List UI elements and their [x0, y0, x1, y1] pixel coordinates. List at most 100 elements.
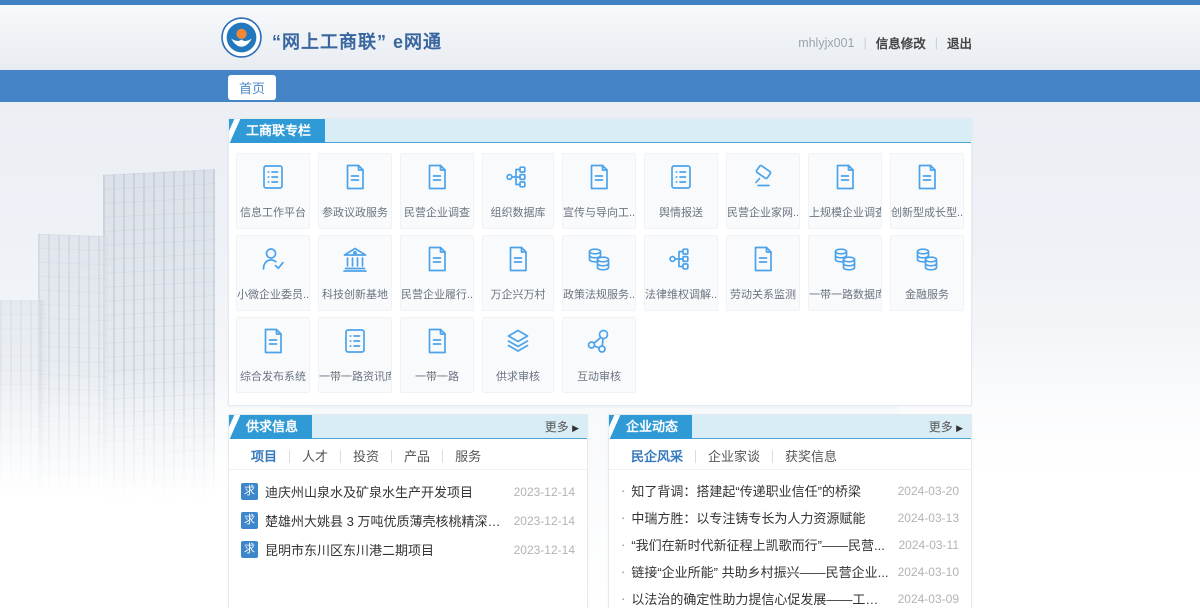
person-check-icon [258, 244, 288, 279]
special-tile[interactable]: 创新型成长型... [890, 153, 964, 229]
list-icon [666, 162, 696, 197]
document-icon [258, 326, 288, 361]
special-tile[interactable]: 供求审核 [482, 317, 554, 393]
tile-label: 劳动关系监测 [730, 286, 796, 302]
demand-badge: 求 [241, 541, 258, 558]
special-tile[interactable]: 科技创新基地 [318, 235, 392, 311]
news-list: · 知了背调：搭建起“传递职业信任”的桥梁 2024-03-20 · 中瑞方胜：… [609, 470, 971, 608]
document-icon [830, 162, 860, 197]
special-tile[interactable]: 信息工作平台 [236, 153, 310, 229]
panel-title: 工商联专栏 [229, 119, 325, 143]
org-chart-icon [503, 162, 533, 197]
special-tile[interactable]: 舆情报送 [644, 153, 718, 229]
special-tile[interactable]: 上规模企业调查 [808, 153, 882, 229]
main-nav: 首页 [0, 70, 1200, 102]
tab-项目[interactable]: 项目 [239, 450, 290, 463]
item-date: 2024-03-20 [898, 484, 959, 498]
item-title[interactable]: “我们在新时代新征程上凯歌而行”——民营... [631, 535, 890, 554]
tile-label: 创新型成长型... [891, 204, 963, 220]
supply-more-link[interactable]: 更多 ▶ [545, 418, 579, 435]
item-title[interactable]: 知了背调：搭建起“传递职业信任”的桥梁 [631, 481, 889, 500]
bullet-icon: · [621, 483, 625, 498]
news-item: · 以法治的确定性助力提信心促发展——工商联... 2024-03-09 [621, 585, 959, 608]
supply-item: 求 楚雄州大姚县 3 万吨优质薄壳核桃精深加工及科... 2023-12-14 [241, 506, 575, 535]
tab-服务[interactable]: 服务 [443, 450, 493, 463]
bullet-icon: · [621, 510, 625, 525]
special-tile[interactable]: 参政议政服务 [318, 153, 392, 229]
edit-info-link[interactable]: 信息修改 [876, 33, 926, 52]
special-tile[interactable]: 宣传与导向工... [562, 153, 636, 229]
special-tile[interactable]: 民营企业家网... [726, 153, 800, 229]
tile-label: 舆情报送 [659, 204, 703, 220]
special-tile[interactable]: 一带一路数据库 [808, 235, 882, 311]
special-tile[interactable]: 万企兴万村 [482, 235, 554, 311]
item-title[interactable]: 迪庆州山泉水及矿泉水生产开发项目 [265, 482, 506, 501]
special-tile[interactable]: 民营企业调查 [400, 153, 474, 229]
document-icon [422, 326, 452, 361]
supply-item: 求 昆明市东川区东川港二期项目 2023-12-14 [241, 535, 575, 564]
special-tile[interactable]: 互动审核 [562, 317, 636, 393]
username: mhlyjx001 [798, 36, 854, 50]
user-area: mhlyjx001 | 信息修改 | 退出 [798, 33, 972, 52]
supply-list: 求 迪庆州山泉水及矿泉水生产开发项目 2023-12-14 求 楚雄州大姚县 3… [229, 470, 587, 564]
panel-header: 工商联专栏 [229, 119, 971, 143]
tile-label: 科技创新基地 [322, 286, 388, 302]
tile-label: 民营企业履行... [401, 286, 473, 302]
special-tile[interactable]: 组织数据库 [482, 153, 554, 229]
special-tile[interactable]: 民营企业履行... [400, 235, 474, 311]
tile-label: 金融服务 [905, 286, 949, 302]
demand-badge: 求 [241, 512, 258, 529]
special-tile[interactable]: 综合发布系统 [236, 317, 310, 393]
item-date: 2023-12-14 [514, 485, 575, 499]
item-date: 2024-03-11 [899, 538, 960, 552]
tab-获奖信息[interactable]: 获奖信息 [773, 450, 849, 463]
special-tile[interactable]: 劳动关系监测 [726, 235, 800, 311]
tile-label: 参政议政服务 [322, 204, 388, 220]
news-tabs: 民企风采企业家谈获奖信息 [609, 439, 971, 470]
tile-label: 民营企业调查 [404, 204, 470, 220]
org-chart-icon [666, 244, 696, 279]
tile-label: 组织数据库 [491, 204, 546, 220]
gavel-icon [748, 162, 778, 197]
list-icon [340, 326, 370, 361]
news-item: · “我们在新时代新征程上凯歌而行”——民营... 2024-03-11 [621, 531, 959, 558]
tab-企业家谈[interactable]: 企业家谈 [696, 450, 773, 463]
special-tile[interactable]: 金融服务 [890, 235, 964, 311]
document-icon [584, 162, 614, 197]
tab-人才[interactable]: 人才 [290, 450, 341, 463]
tile-label: 信息工作平台 [240, 204, 306, 220]
special-tile[interactable]: 小微企业委员... [236, 235, 310, 311]
special-tile[interactable]: 一带一路 [400, 317, 474, 393]
tab-产品[interactable]: 产品 [392, 450, 443, 463]
special-tile[interactable]: 法律维权调解... [644, 235, 718, 311]
item-title[interactable]: 楚雄州大姚县 3 万吨优质薄壳核桃精深加工及科... [265, 511, 506, 530]
database-icon [584, 244, 614, 279]
document-icon [422, 244, 452, 279]
tab-投资[interactable]: 投资 [341, 450, 392, 463]
site-logo-icon [221, 17, 262, 58]
tile-label: 供求审核 [496, 368, 540, 384]
supply-demand-panel: 供求信息 更多 ▶ 项目人才投资产品服务 求 迪庆州山泉水及矿泉水生产开发项目 … [228, 414, 588, 608]
document-icon [422, 162, 452, 197]
separator: | [935, 36, 938, 50]
special-tile[interactable]: 一带一路资讯库 [318, 317, 392, 393]
document-icon [340, 162, 370, 197]
tab-民企风采[interactable]: 民企风采 [619, 450, 696, 463]
bank-icon [340, 244, 370, 279]
panel-header: 供求信息 更多 ▶ [229, 415, 587, 439]
more-arrow-icon: ▶ [572, 423, 579, 433]
item-title[interactable]: 昆明市东川区东川港二期项目 [265, 540, 506, 559]
tile-label: 万企兴万村 [491, 286, 546, 302]
item-title[interactable]: 以法治的确定性助力提信心促发展——工商联... [631, 589, 889, 608]
item-title[interactable]: 中瑞方胜：以专注铸专长为人力资源赋能 [631, 508, 889, 527]
news-more-link[interactable]: 更多 ▶ [929, 418, 963, 435]
nav-home-button[interactable]: 首页 [228, 75, 276, 100]
share-nodes-icon [584, 326, 614, 361]
bullet-icon: · [621, 537, 625, 552]
item-title[interactable]: 链接“企业所能” 共助乡村振兴——民营企业... [631, 562, 889, 581]
document-icon [748, 244, 778, 279]
special-tile[interactable]: 政策法规服务... [562, 235, 636, 311]
item-date: 2023-12-14 [514, 543, 575, 557]
bullet-icon: · [621, 564, 625, 579]
logout-link[interactable]: 退出 [947, 33, 972, 52]
